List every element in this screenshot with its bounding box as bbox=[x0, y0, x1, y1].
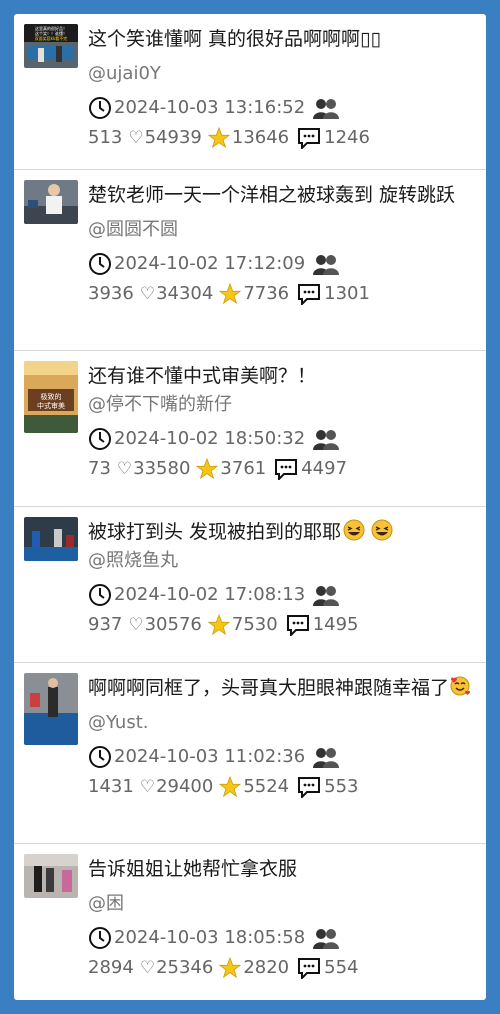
comment-count: 4497 bbox=[301, 458, 348, 479]
video-thumbnail[interactable] bbox=[24, 854, 78, 898]
clock-icon bbox=[89, 927, 111, 949]
like-count: 29400 bbox=[156, 776, 214, 797]
post-author[interactable]: @ujai0Y bbox=[88, 61, 476, 87]
post-title[interactable]: 啊啊啊同框了，头哥真大胆眼神跟随幸福了 bbox=[88, 675, 476, 702]
comment-icon bbox=[286, 615, 309, 636]
like-count: 30576 bbox=[144, 614, 202, 635]
comment-count: 1301 bbox=[324, 283, 370, 304]
heart-icon: ♡ bbox=[139, 284, 156, 304]
comment-icon bbox=[298, 777, 321, 798]
clock-icon bbox=[89, 746, 111, 768]
star-icon bbox=[219, 957, 242, 979]
video-thumbnail[interactable] bbox=[24, 673, 78, 745]
heart-icon: ♡ bbox=[128, 128, 144, 148]
share-count: 937 bbox=[88, 614, 123, 635]
list-item[interactable]: 告诉姐姐让她帮忙拿衣服 @困 2024-10-03 18:05:58 2894 … bbox=[14, 844, 486, 1000]
list-item[interactable]: 被球打到头 发现被拍到的耶耶 @照烧鱼丸 2024-10-02 17:08:13… bbox=[14, 507, 486, 663]
clock-icon bbox=[89, 97, 111, 119]
post-datetime: 2024-10-03 13:16:52 bbox=[114, 97, 306, 118]
like-count: 33580 bbox=[133, 458, 191, 479]
svg-text:双面笑容kk看不完: 双面笑容kk看不完 bbox=[35, 35, 68, 41]
post-datetime: 2024-10-02 18:50:32 bbox=[114, 428, 306, 449]
video-thumbnail[interactable]: 极致的 中式审美 bbox=[24, 361, 78, 433]
clock-icon bbox=[89, 253, 111, 275]
post-author[interactable]: @停不下嘴的新仔 bbox=[88, 392, 476, 418]
like-count: 34304 bbox=[156, 283, 214, 304]
post-title-text: 啊啊啊同框了，头哥真大胆眼神跟随幸福了 bbox=[88, 677, 450, 699]
group-icon bbox=[313, 586, 340, 606]
star-icon bbox=[207, 127, 230, 149]
post-title[interactable]: 这个笑谁懂啊 真的很好品啊啊啊▯▯ bbox=[88, 26, 476, 53]
like-count: 25346 bbox=[156, 957, 214, 978]
video-list: 这里真的很好品！ 这个笑！！谁懂！ 双面笑容kk看不完 这个笑谁懂啊 真的很好品… bbox=[14, 14, 486, 1000]
comment-icon bbox=[298, 284, 321, 305]
star-count: 7736 bbox=[243, 283, 290, 304]
video-thumbnail[interactable]: 这里真的很好品！ 这个笑！！谁懂！ 双面笑容kk看不完 bbox=[24, 24, 78, 68]
share-count: 73 bbox=[88, 458, 111, 479]
post-author[interactable]: @照烧鱼丸 bbox=[88, 548, 476, 574]
star-icon bbox=[219, 776, 242, 798]
comment-count: 553 bbox=[324, 776, 359, 797]
comment-count: 1246 bbox=[324, 127, 370, 148]
star-icon bbox=[219, 283, 242, 305]
post-datetime: 2024-10-02 17:12:09 bbox=[114, 253, 306, 274]
post-title[interactable]: 楚钦老师一天一个洋相之被球轰到 旋转跳跃 bbox=[88, 182, 476, 209]
star-count: 2820 bbox=[243, 957, 290, 978]
post-author[interactable]: @Yust. bbox=[88, 710, 476, 736]
video-thumbnail[interactable] bbox=[24, 517, 78, 561]
post-title[interactable]: 告诉姐姐让她帮忙拿衣服 bbox=[88, 856, 476, 883]
post-author[interactable]: @困 bbox=[88, 891, 476, 917]
post-title-text: 被球打到头 发现被拍到的耶耶 bbox=[88, 521, 342, 543]
star-count: 3761 bbox=[220, 458, 267, 479]
smiling-hearts-emoji-icon bbox=[450, 676, 471, 696]
comment-icon bbox=[298, 128, 321, 149]
post-datetime: 2024-10-03 18:05:58 bbox=[114, 927, 306, 948]
post-title[interactable]: 还有谁不懂中式审美啊？！ bbox=[88, 363, 476, 390]
star-icon bbox=[207, 614, 230, 636]
group-icon bbox=[313, 99, 340, 119]
list-item[interactable]: 楚钦老师一天一个洋相之被球轰到 旋转跳跃 @圆圆不圆 2024-10-02 17… bbox=[14, 170, 486, 351]
group-icon bbox=[313, 255, 340, 275]
video-thumbnail[interactable] bbox=[24, 180, 78, 224]
laughing-emoji-icon bbox=[371, 519, 393, 541]
share-count: 3936 bbox=[88, 283, 134, 304]
svg-text:极致的: 极致的 bbox=[41, 392, 62, 401]
comment-icon bbox=[298, 958, 321, 979]
clock-icon bbox=[89, 428, 111, 450]
clock-icon bbox=[89, 584, 111, 606]
star-count: 13646 bbox=[231, 127, 290, 148]
post-title[interactable]: 被球打到头 发现被拍到的耶耶 bbox=[88, 519, 476, 546]
star-icon bbox=[196, 458, 219, 480]
post-datetime: 2024-10-02 17:08:13 bbox=[114, 584, 306, 605]
svg-text:中式审美: 中式审美 bbox=[37, 401, 65, 410]
group-icon bbox=[313, 929, 340, 949]
heart-icon: ♡ bbox=[128, 615, 144, 635]
group-icon bbox=[313, 748, 340, 768]
comment-count: 1495 bbox=[312, 614, 359, 635]
post-datetime: 2024-10-03 11:02:36 bbox=[114, 746, 306, 767]
post-author[interactable]: @圆圆不圆 bbox=[88, 217, 476, 243]
share-count: 1431 bbox=[88, 776, 134, 797]
list-item[interactable]: 极致的 中式审美 还有谁不懂中式审美啊？！ @停不下嘴的新仔 2024-10-0… bbox=[14, 351, 486, 507]
star-count: 5524 bbox=[243, 776, 290, 797]
comment-count: 554 bbox=[324, 957, 359, 978]
comment-icon bbox=[275, 459, 298, 480]
share-count: 2894 bbox=[88, 957, 134, 978]
star-count: 7530 bbox=[231, 614, 278, 635]
heart-icon: ♡ bbox=[116, 459, 133, 479]
group-icon bbox=[313, 430, 340, 450]
list-item[interactable]: 这里真的很好品！ 这个笑！！谁懂！ 双面笑容kk看不完 这个笑谁懂啊 真的很好品… bbox=[14, 14, 486, 170]
laughing-emoji-icon bbox=[343, 519, 365, 541]
like-count: 54939 bbox=[144, 127, 202, 148]
list-item[interactable]: 啊啊啊同框了，头哥真大胆眼神跟随幸福了 @Yust. 2024-10-03 11… bbox=[14, 663, 486, 844]
heart-icon: ♡ bbox=[139, 777, 156, 797]
heart-icon: ♡ bbox=[139, 958, 156, 978]
share-count: 513 bbox=[88, 127, 123, 148]
